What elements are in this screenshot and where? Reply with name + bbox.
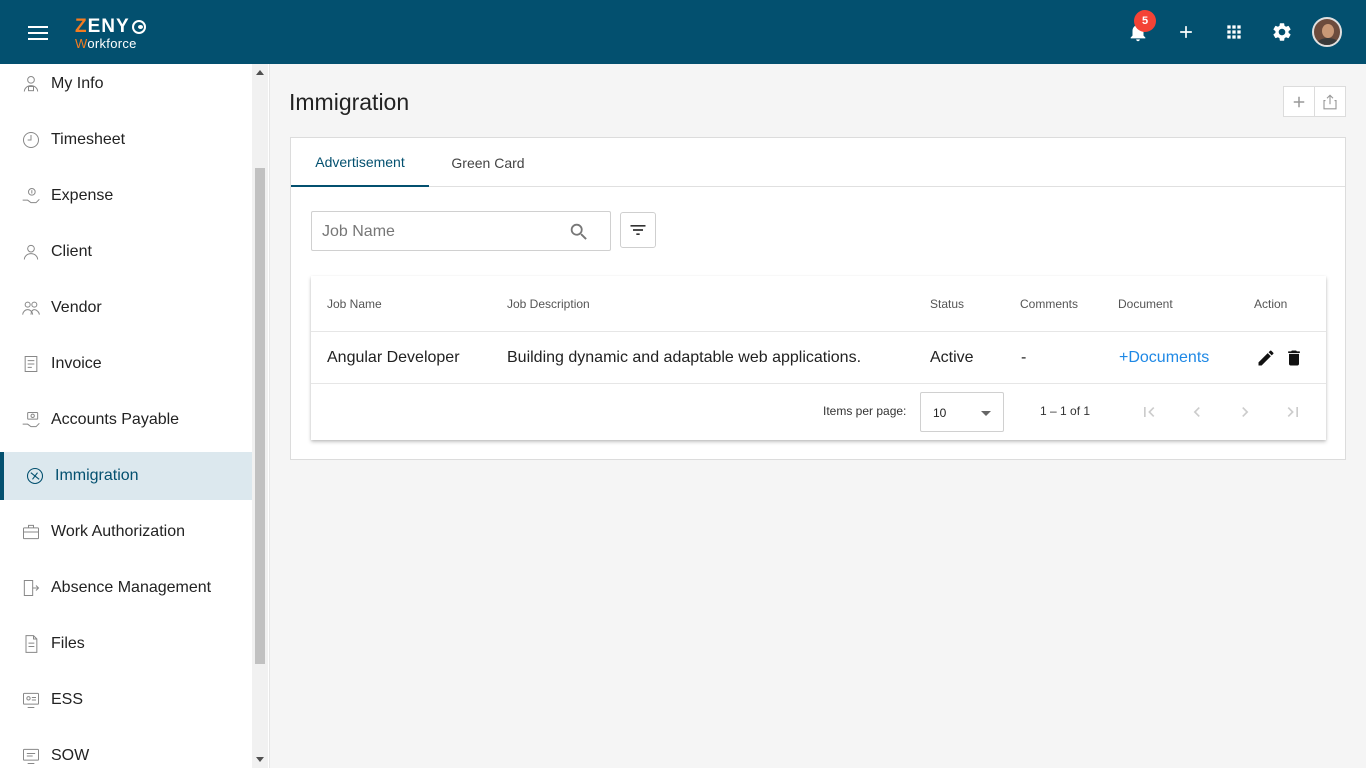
- add-button[interactable]: [1162, 8, 1210, 56]
- notification-badge: 5: [1134, 10, 1156, 32]
- apps-button[interactable]: [1210, 8, 1258, 56]
- menu-icon[interactable]: [28, 22, 52, 42]
- scroll-down-arrow-icon[interactable]: [256, 757, 264, 762]
- column-header-job-description[interactable]: Job Description: [507, 276, 590, 331]
- column-header-action: Action: [1254, 296, 1288, 311]
- gear-icon: [1273, 23, 1291, 41]
- page-range: 1 – 1 of 1: [1040, 404, 1091, 418]
- user-avatar[interactable]: [1312, 17, 1342, 47]
- column-header-comments[interactable]: Comments: [1020, 276, 1078, 331]
- user-icon: [20, 241, 42, 263]
- tab-bar: Advertisement Green Card: [291, 138, 1345, 187]
- page-actions: [1283, 86, 1346, 117]
- sidebar-item-expense[interactable]: Expense: [0, 172, 252, 220]
- cell-comments: -: [1021, 349, 1027, 366]
- last-page-icon: [1287, 407, 1298, 417]
- cell-status: Active: [930, 349, 974, 366]
- column-header-document[interactable]: Document: [1118, 276, 1173, 331]
- top-app-bar: Z ENY Workforce 5: [0, 0, 1366, 64]
- sidebar-item-accounts-payable[interactable]: Accounts Payable: [0, 396, 252, 444]
- row-actions: [1255, 332, 1305, 384]
- sidebar-item-invoice[interactable]: Invoice: [0, 340, 252, 388]
- sidebar-item-immigration[interactable]: Immigration: [0, 452, 252, 500]
- payable-hand-icon: [20, 409, 42, 431]
- sidebar-item-files[interactable]: Files: [0, 620, 252, 668]
- add-record-button[interactable]: [1284, 87, 1314, 116]
- tab-green-card[interactable]: Green Card: [429, 138, 547, 187]
- file-icon: [20, 633, 42, 655]
- filter-button[interactable]: [620, 212, 656, 248]
- sidebar-item-work-authorization[interactable]: Work Authorization: [0, 508, 252, 556]
- sidebar-scrollbar[interactable]: [252, 64, 268, 768]
- search-icon[interactable]: [568, 221, 590, 243]
- ess-icon: [20, 689, 42, 711]
- briefcase-icon: [20, 521, 42, 543]
- scroll-thumb[interactable]: [255, 168, 265, 664]
- page-size-select[interactable]: 10: [920, 392, 1004, 432]
- money-hand-icon: [20, 185, 42, 207]
- cell-job-name: Angular Developer: [327, 349, 460, 366]
- invoice-icon: [20, 353, 42, 375]
- next-page-button[interactable]: [1231, 398, 1259, 426]
- plus-icon: [1293, 96, 1305, 107]
- immigration-card: Advertisement Green Card Job Name Job De…: [290, 137, 1346, 460]
- globe-plane-icon: [24, 465, 46, 487]
- column-header-job-name[interactable]: Job Name: [327, 276, 382, 331]
- scroll-up-arrow-icon[interactable]: [256, 70, 264, 75]
- items-per-page-label: Items per page:: [823, 404, 907, 418]
- settings-button[interactable]: [1258, 8, 1306, 56]
- delete-trash-icon[interactable]: [1283, 347, 1305, 369]
- chevron-left-icon: [1193, 407, 1200, 417]
- clock-icon: [20, 129, 42, 151]
- last-page-button[interactable]: [1279, 398, 1307, 426]
- tab-advertisement[interactable]: Advertisement: [291, 138, 429, 187]
- page-title: Immigration: [289, 89, 410, 115]
- paginator: Items per page: 10 1 – 1 of 1: [311, 384, 1326, 440]
- plus-icon: [1180, 26, 1192, 38]
- first-page-icon: [1144, 407, 1155, 417]
- sidebar-item-timesheet[interactable]: Timesheet: [0, 116, 252, 164]
- sidebar: My Info Timesheet Expense Client Vendor …: [0, 64, 270, 768]
- sidebar-item-my-info[interactable]: My Info: [0, 64, 252, 108]
- chevron-right-icon: [1242, 407, 1249, 417]
- sidebar-item-ess[interactable]: ESS: [0, 676, 252, 724]
- sidebar-item-absence-management[interactable]: Absence Management: [0, 564, 252, 612]
- sidebar-item-vendor[interactable]: Vendor: [0, 284, 252, 332]
- app-logo[interactable]: Z ENY Workforce: [75, 17, 146, 50]
- sow-icon: [20, 745, 42, 767]
- search-input[interactable]: [322, 220, 562, 244]
- first-page-button[interactable]: [1135, 398, 1163, 426]
- apps-grid-icon: [1227, 25, 1241, 39]
- export-button[interactable]: [1314, 87, 1345, 116]
- job-name-search: [311, 211, 611, 251]
- person-id-icon: [20, 73, 42, 95]
- chevron-down-icon: [981, 411, 991, 416]
- edit-pencil-icon[interactable]: [1255, 347, 1277, 369]
- exit-door-icon: [20, 577, 42, 599]
- top-actions: 5: [1114, 0, 1342, 64]
- column-header-status[interactable]: Status: [930, 276, 964, 331]
- sidebar-item-client[interactable]: Client: [0, 228, 252, 276]
- cell-job-description: Building dynamic and adaptable web appli…: [507, 349, 862, 366]
- filter-icon: [630, 225, 646, 235]
- group-icon: [20, 297, 42, 319]
- share-upload-icon: [1323, 93, 1337, 109]
- previous-page-button[interactable]: [1183, 398, 1211, 426]
- documents-link[interactable]: +Documents: [1119, 332, 1209, 384]
- sidebar-item-sow[interactable]: SOW: [0, 732, 252, 768]
- advertisement-table: Job Name Job Description Status Comments…: [311, 276, 1326, 440]
- notifications-button[interactable]: 5: [1114, 8, 1162, 56]
